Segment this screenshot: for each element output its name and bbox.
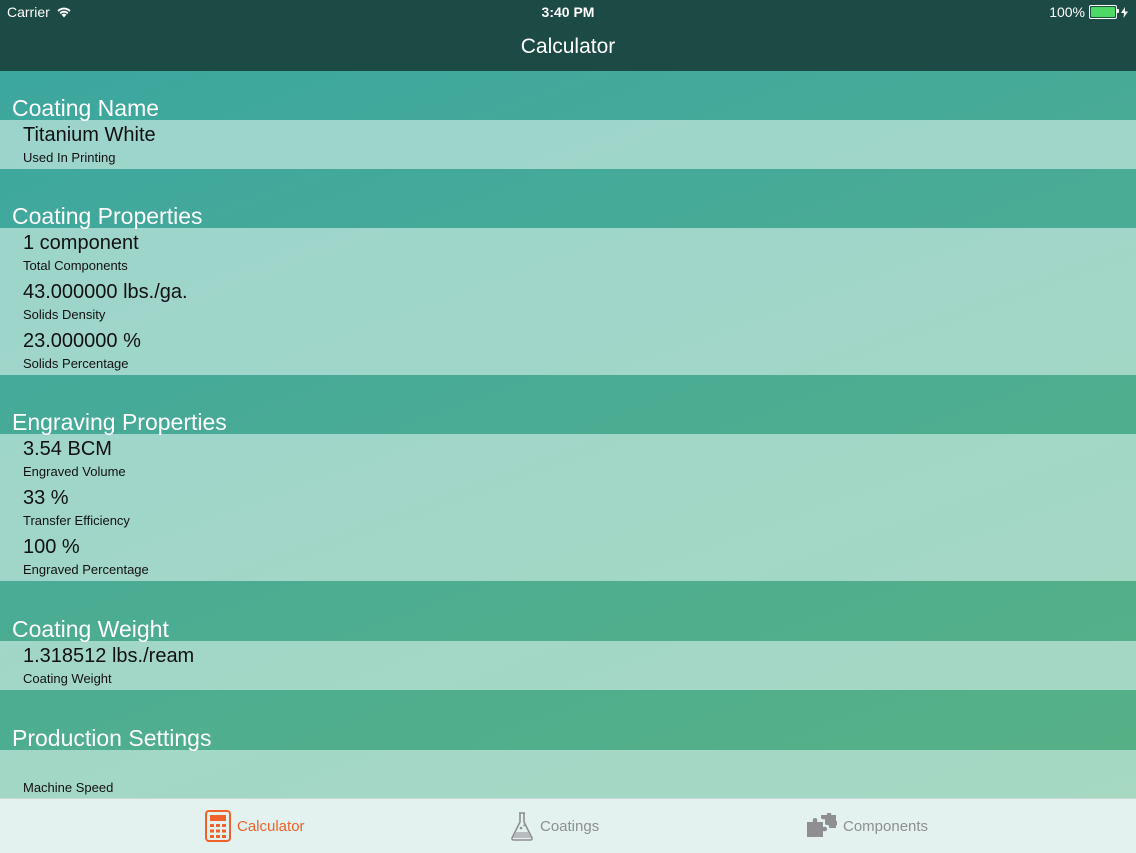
row-value: 100 % [23,536,80,558]
status-time: 3:40 PM [541,4,595,20]
page-title: Calculator [520,34,616,58]
section-body: 3.54 BCM Engraved Volume 33 % Transfer E… [0,434,1136,581]
section-title: Engraving Properties [12,409,227,435]
section-coating-weight: Coating Weight 1.318512 lbs./ream Coatin… [0,581,1136,690]
row-value: 33 % [23,487,69,509]
section-header: Coating Weight [0,581,1136,642]
section-header: Coating Name [0,71,1136,121]
row-value: Titanium White [23,124,156,146]
row-machine-speed[interactable]: Machine Speed [0,750,1136,798]
tab-calculator[interactable]: Calculator [205,799,305,853]
row-label: Engraved Percentage [23,562,149,577]
tab-label: Components [843,817,929,835]
section-header: Coating Properties [0,169,1136,229]
row-value: 23.000000 % [23,330,141,352]
row-label: Total Components [23,258,128,273]
row-label: Machine Speed [23,780,114,795]
tab-bar: Calculator Coatings Components [0,798,1136,853]
puzzle-piece-icon [807,813,837,837]
row-coating-weight[interactable]: 1.318512 lbs./ream Coating Weight [0,641,1136,690]
row-solids-percentage[interactable]: 23.000000 % Solids Percentage [0,326,1136,375]
charging-bolt-icon [1121,6,1128,18]
section-coating-name: Coating Name Titanium White Used In Prin… [0,71,1136,169]
section-title: Coating Weight [12,616,169,642]
row-label: Used In Printing [23,150,116,165]
section-body: Machine Speed [0,750,1136,798]
section-body: 1.318512 lbs./ream Coating Weight [0,641,1136,690]
section-body: 1 component Total Components 43.000000 l… [0,228,1136,375]
calculator-icon [205,810,231,842]
row-label: Engraved Volume [23,464,126,479]
section-coating-properties: Coating Properties 1 component Total Com… [0,169,1136,375]
row-label: Transfer Efficiency [23,513,130,528]
navigation-bar: Calculator [0,22,1136,71]
battery-percentage: 100% [1049,4,1085,20]
row-label: Coating Weight [23,671,112,686]
tab-coatings[interactable]: Coatings [510,799,599,853]
row-total-components[interactable]: 1 component Total Components [0,228,1136,277]
section-title: Production Settings [12,725,212,751]
status-bar: Carrier 3:40 PM 100% [0,0,1136,22]
tab-label: Calculator [237,817,305,835]
section-title: Coating Properties [12,203,203,229]
row-solids-density[interactable]: 43.000000 lbs./ga. Solids Density [0,277,1136,326]
row-coating-name[interactable]: Titanium White Used In Printing [0,120,1136,169]
section-header: Production Settings [0,690,1136,751]
row-value: 43.000000 lbs./ga. [23,281,188,303]
section-production-settings: Production Settings Machine Speed [0,690,1136,798]
row-label: Solids Percentage [23,356,129,371]
row-value: 1.318512 lbs./ream [23,645,195,667]
section-engraving-properties: Engraving Properties 3.54 BCM Engraved V… [0,375,1136,581]
row-value: 3.54 BCM [23,438,112,460]
row-engraved-volume[interactable]: 3.54 BCM Engraved Volume [0,434,1136,483]
flask-icon [511,812,533,841]
section-header: Engraving Properties [0,375,1136,435]
row-value: 1 component [23,232,139,254]
row-engraved-percentage[interactable]: 100 % Engraved Percentage [0,532,1136,581]
tab-label: Coatings [540,817,600,835]
row-transfer-efficiency[interactable]: 33 % Transfer Efficiency [0,483,1136,532]
calculator-table[interactable]: Coating Name Titanium White Used In Prin… [0,71,1136,798]
row-label: Solids Density [23,307,106,322]
section-body: Titanium White Used In Printing [0,120,1136,169]
battery-indicator: 100% [1049,4,1128,20]
tab-components[interactable]: Components [805,799,928,853]
battery-icon [1089,5,1119,19]
section-title: Coating Name [12,95,160,121]
